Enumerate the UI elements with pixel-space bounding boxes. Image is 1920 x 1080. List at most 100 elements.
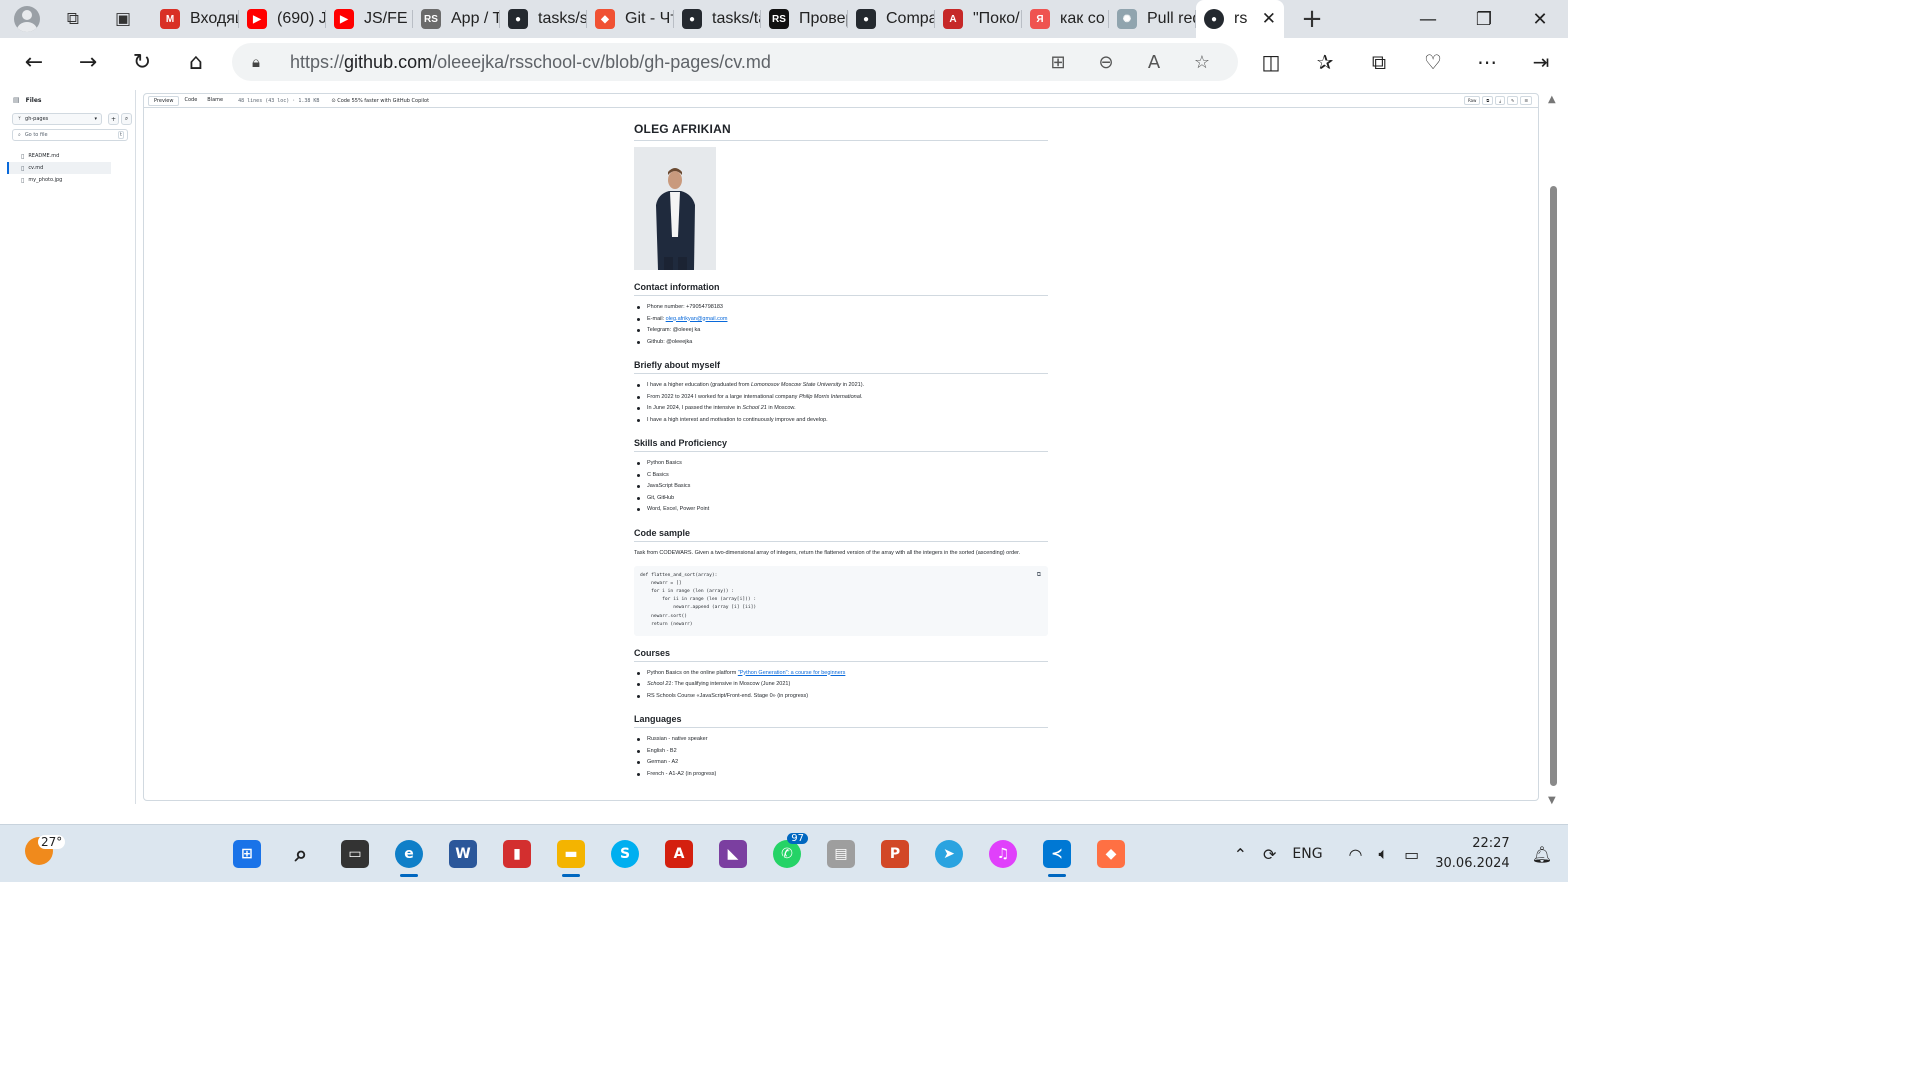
search-button[interactable]: ⌕ [274,833,328,875]
file-explorer-app[interactable]: ▬ [544,833,598,877]
file-tree-item[interactable]: ▯ README.md [7,150,111,162]
word-app[interactable]: W [436,833,490,875]
scroll-down-icon[interactable]: ▼ [1548,795,1556,806]
powerpoint-app[interactable]: P [868,833,922,875]
system-tray: ⌃ ⟳ ENG ◠ 🔈︎ ▭ 22:27 30.06.2024 🔔︎ [1234,825,1568,883]
search-icon[interactable]: ⌕ [121,113,132,125]
scroll-up-icon[interactable]: ▲ [1548,94,1556,105]
lock-icon[interactable]: 🔒︎ [252,53,272,71]
sync-icon[interactable]: ⟳ [1263,845,1276,864]
list-item: French - A1-A2 (in progress) [636,769,1048,781]
new-tab-button[interactable]: + [1292,0,1332,38]
browser-tab-active[interactable]: ● rs ✕ [1196,0,1284,38]
tab-favicon-icon: Я [1030,9,1050,29]
file-tree-item[interactable]: ▯ cv.md [7,162,111,174]
search-icon: ⌕ [294,841,308,867]
languages-list: Russian - native speaker English - B2 Germ… [634,734,1048,780]
split-screen-icon[interactable]: ◫ [1244,50,1298,74]
edit-icon[interactable]: ✎ [1507,96,1519,105]
tab-code[interactable]: Code [179,96,202,106]
favorites-icon[interactable]: ✰ [1298,50,1352,74]
home-icon[interactable]: ⌂ [176,42,216,82]
list-item: RS Schools Course «JavaScript/Front-end.… [636,691,1048,703]
course-text: : The qualifying intensive in Moscow (Ju… [671,681,791,687]
download-icon[interactable]: ⤓ [1495,96,1506,105]
paint-app[interactable]: ◆ [1084,833,1138,875]
tab-favicon-icon: ● [856,9,876,29]
browser-tab[interactable]: Якак со [1022,0,1109,38]
collections-icon[interactable]: ⧉ [1352,50,1406,74]
browser-tab[interactable]: A "Поко/ [935,0,1022,38]
battery-icon[interactable]: ▭ [1404,845,1419,864]
edge-app[interactable]: e [382,833,436,877]
minimize-icon[interactable]: — [1400,0,1456,38]
weather-temperature[interactable]: 27° [38,835,66,849]
reader-app[interactable]: ▮ [490,833,544,875]
raw-button[interactable]: Raw [1463,96,1481,105]
forward-icon[interactable]: → [68,42,108,82]
copy-icon[interactable]: ⧉ [1037,572,1041,579]
list-item: Russian - native speaker [636,734,1048,746]
close-window-icon[interactable]: ✕ [1512,0,1568,38]
sidebar-toggle-icon[interactable]: ⇥ [1514,50,1568,74]
browser-tab[interactable]: ▶ JS/FE S [326,0,413,38]
wifi-icon[interactable]: ◠ [1349,845,1363,864]
telegram-app[interactable]: ➤ [922,833,976,875]
clock[interactable]: 22:27 30.06.2024 [1435,834,1509,874]
fax-app[interactable]: ▤ [814,833,868,875]
profile-avatar-icon[interactable] [14,6,40,32]
copilot-promo[interactable]: ⊙ Code 55% faster with GitHub Copilot [331,98,429,104]
browser-tab[interactable]: ● Compa [848,0,935,38]
visual-studio-app[interactable]: ◣ [706,833,760,875]
read-aloud-icon[interactable]: A [1130,52,1178,73]
browser-tab[interactable]: RS Провер [761,0,848,38]
vscode-app[interactable]: ≺ [1030,833,1084,877]
input-language[interactable]: ENG [1292,846,1322,862]
acrobat-app[interactable]: A [652,833,706,875]
add-file-button[interactable]: + [108,113,119,125]
whatsapp-app[interactable]: ✆ 97 [760,833,814,875]
tab-preview[interactable]: Preview [148,95,180,106]
more-menu-icon[interactable]: ⋯ [1460,50,1514,74]
app-available-icon[interactable]: ⊞ [1034,52,1082,73]
copy-raw-icon[interactable]: ⧉ [1482,96,1494,105]
task-view-button[interactable]: ▭ [328,833,382,875]
browser-tab[interactable]: M Входящ [152,0,239,38]
scrollbar-thumb[interactable] [1550,186,1557,786]
skype-app[interactable]: S [598,833,652,875]
browser-tab[interactable]: ▶ (690) JS [239,0,326,38]
go-to-file-input[interactable]: ⌕ Go to file t [12,129,128,141]
file-tree-item[interactable]: ▯ my_photo.jpg [7,174,111,186]
url-text[interactable]: https://github.com/oleeejka/rsschool-cv/… [290,52,771,73]
zoom-icon[interactable]: ⊖ [1082,52,1130,73]
course-link[interactable]: "Python Generation": a course for beginn… [738,670,846,676]
list-item: From 2022 to 2024 I worked for a large i… [636,392,1048,404]
browser-tab[interactable]: RS App / T [413,0,500,38]
course-school: School 21 [647,681,672,687]
close-tab-icon[interactable]: ✕ [1262,9,1276,29]
tab-blame[interactable]: Blame [202,96,228,106]
browser-tab[interactable]: ◆ Git - Чт [587,0,674,38]
browser-essentials-icon[interactable]: ♡ [1406,50,1460,74]
back-icon[interactable]: ← [14,42,54,82]
chevron-up-icon[interactable]: ⌃ [1234,845,1247,864]
volume-icon[interactable]: 🔈︎ [1379,844,1389,864]
refresh-icon[interactable]: ↻ [122,42,162,82]
page-scrollbar[interactable]: ▲ ▼ [1548,94,1558,806]
restore-icon[interactable]: ❐ [1456,0,1512,38]
address-bar[interactable]: 🔒︎ https://github.com/oleeejka/rsschool-… [232,43,1238,81]
browser-tab[interactable]: ✺ Pull req [1109,0,1196,38]
start-button[interactable]: ⊞ [220,833,274,875]
notification-bell-icon[interactable]: 🔔︎ [1532,845,1552,864]
browser-tab[interactable]: ● tasks/s [500,0,587,38]
chevron-down-icon: ▾ [94,116,97,122]
branch-selector[interactable]: ᛘ gh-pages ▾ [12,113,102,125]
more-options-icon[interactable]: ☰ [1520,96,1532,105]
email-link[interactable]: oleg.afrikyan@gmail.com [666,316,728,322]
workspaces-icon[interactable]: ⧉ [56,4,90,34]
browser-tab[interactable]: ● tasks/ta [674,0,761,38]
panel-collapse-icon[interactable]: ▤ [13,96,20,104]
itunes-app[interactable]: ♫ [976,833,1030,875]
favorite-star-icon[interactable]: ☆ [1178,52,1226,73]
vertical-tabs-icon[interactable]: ▣ [106,4,140,34]
